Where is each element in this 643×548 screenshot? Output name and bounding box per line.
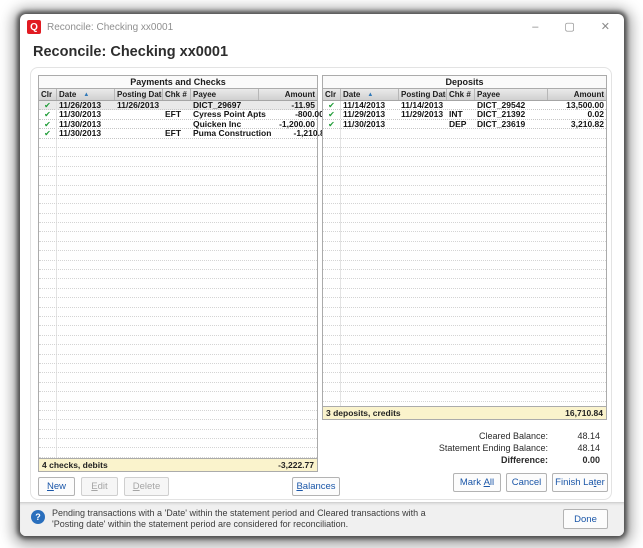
payments-rows: ✔11/26/201311/26/2013DICT_29697-11.95✔11… <box>39 101 317 139</box>
column-header-amount[interactable]: Amount <box>548 89 606 100</box>
cell-posting-date: 11/26/2013 <box>115 101 163 110</box>
column-header-label: Chk # <box>449 90 471 99</box>
column-header-label: Clr <box>325 90 336 99</box>
cleared-check-icon: ✔ <box>39 110 57 119</box>
mark-all-button[interactable]: Mark All <box>453 473 501 492</box>
help-text: Pending transactions with a 'Date' withi… <box>52 508 426 530</box>
help-icon: ? <box>31 510 45 524</box>
cell-chk-number: EFT <box>163 110 191 119</box>
cancel-button[interactable]: Cancel <box>506 473 547 492</box>
transaction-row[interactable]: ✔11/30/2013 DEPDICT_236193,210.82 <box>323 120 606 129</box>
edit-button[interactable]: Edit <box>81 477 118 496</box>
payments-and-checks-table: Payments and Checks Clr Date ▲ Posting Date… <box>38 75 318 472</box>
column-header-date[interactable]: Date ▲ <box>57 89 115 100</box>
column-header-label: Amount <box>574 90 604 99</box>
cell-chk-number: EFT <box>163 129 191 138</box>
deposits-empty-rows <box>323 129 606 406</box>
transaction-row[interactable]: ✔11/30/2013EFTPuma Construction-1,210.82 <box>39 129 317 138</box>
close-icon[interactable]: ✕ <box>601 22 610 33</box>
done-button[interactable]: Done <box>563 509 608 529</box>
column-header-label: Chk # <box>165 90 187 99</box>
cell-date: 11/30/2013 <box>57 129 115 138</box>
balance-summary: Cleared Balance: 48.14 Statement Ending … <box>340 431 600 467</box>
column-header-chk-[interactable]: Chk # <box>163 89 191 100</box>
page-title: Reconcile: Checking xx0001 <box>33 44 228 60</box>
column-header-label: Amount <box>285 90 315 99</box>
column-header-posting-date[interactable]: Posting Date <box>399 89 447 100</box>
help-footer-bar: ? Pending transactions with a 'Date' wit… <box>20 502 624 536</box>
payments-empty-rows <box>39 139 317 458</box>
window-title: Reconcile: Checking xx0001 <box>47 22 173 33</box>
column-header-date[interactable]: Date ▲ <box>341 89 399 100</box>
finish-later-button[interactable]: Finish Later <box>552 473 608 492</box>
cleared-check-icon: ✔ <box>323 120 341 129</box>
column-header-clr[interactable]: Clr <box>39 89 57 100</box>
sort-ascending-icon: ▲ <box>83 92 89 98</box>
payments-summary-total: -3,222.77 <box>278 460 314 470</box>
cleared-check-icon: ✔ <box>39 129 57 138</box>
column-header-chk-[interactable]: Chk # <box>447 89 475 100</box>
cleared-check-icon: ✔ <box>39 120 57 129</box>
payments-panel-title: Payments and Checks <box>39 76 317 89</box>
column-header-label: Posting Date <box>401 90 447 99</box>
quicken-app-icon: Q <box>27 20 41 34</box>
payments-summary-label: 4 checks, debits <box>42 460 108 470</box>
deposits-summary-label: 3 deposits, credits <box>326 408 401 418</box>
sort-ascending-icon: ▲ <box>367 92 373 98</box>
cleared-check-icon: ✔ <box>323 110 341 119</box>
column-header-clr[interactable]: Clr <box>323 89 341 100</box>
deposits-panel-title: Deposits <box>323 76 606 89</box>
cell-amount: 3,210.82 <box>548 120 606 129</box>
column-header-payee[interactable]: Payee <box>191 89 259 100</box>
column-header-label: Clr <box>41 90 52 99</box>
statement-ending-balance-value: 48.14 <box>548 443 600 453</box>
cell-chk-number: DEP <box>447 120 475 129</box>
cleared-balance-label: Cleared Balance: <box>479 431 548 441</box>
cell-date: 11/30/2013 <box>341 120 399 129</box>
column-header-label: Payee <box>477 90 500 99</box>
balances-button[interactable]: Balances <box>292 477 340 496</box>
cell-payee: Puma Construction <box>191 129 273 138</box>
deposits-rows: ✔11/14/201311/14/2013DICT_2954213,500.00… <box>323 101 606 129</box>
cell-payee: DICT_23619 <box>475 120 548 129</box>
column-header-payee[interactable]: Payee <box>475 89 548 100</box>
minimize-icon[interactable]: – <box>532 22 538 33</box>
maximize-icon[interactable]: ▢ <box>564 22 574 33</box>
difference-label: Difference: <box>501 455 548 465</box>
new-button[interactable]: New <box>38 477 75 496</box>
statement-ending-balance-label: Statement Ending Balance: <box>439 443 548 453</box>
reconcile-dialog-window: Q Reconcile: Checking xx0001 – ▢ ✕ Recon… <box>20 14 624 536</box>
column-header-label: Posting Date <box>117 90 163 99</box>
deposits-totals-bar: 3 deposits, credits 16,710.84 <box>323 406 606 419</box>
titlebar[interactable]: Q Reconcile: Checking xx0001 – ▢ ✕ <box>20 14 624 40</box>
cleared-check-icon: ✔ <box>39 101 57 110</box>
cleared-balance-value: 48.14 <box>548 431 600 441</box>
deposits-table: Deposits Clr Date ▲ Posting DateChk # Payee A… <box>322 75 607 420</box>
difference-value: 0.00 <box>548 455 600 465</box>
cell-posting-date: 11/29/2013 <box>399 110 447 119</box>
column-header-label: Date <box>59 90 76 99</box>
column-header-posting-date[interactable]: Posting Date <box>115 89 163 100</box>
column-header-amount[interactable]: Amount <box>259 89 317 100</box>
column-header-label: Payee <box>193 90 216 99</box>
payments-totals-bar: 4 checks, debits -3,222.77 <box>39 458 317 471</box>
deposits-summary-total: 16,710.84 <box>565 408 603 418</box>
delete-button[interactable]: Delete <box>124 477 169 496</box>
cleared-check-icon: ✔ <box>323 101 341 110</box>
column-header-label: Date <box>343 90 360 99</box>
